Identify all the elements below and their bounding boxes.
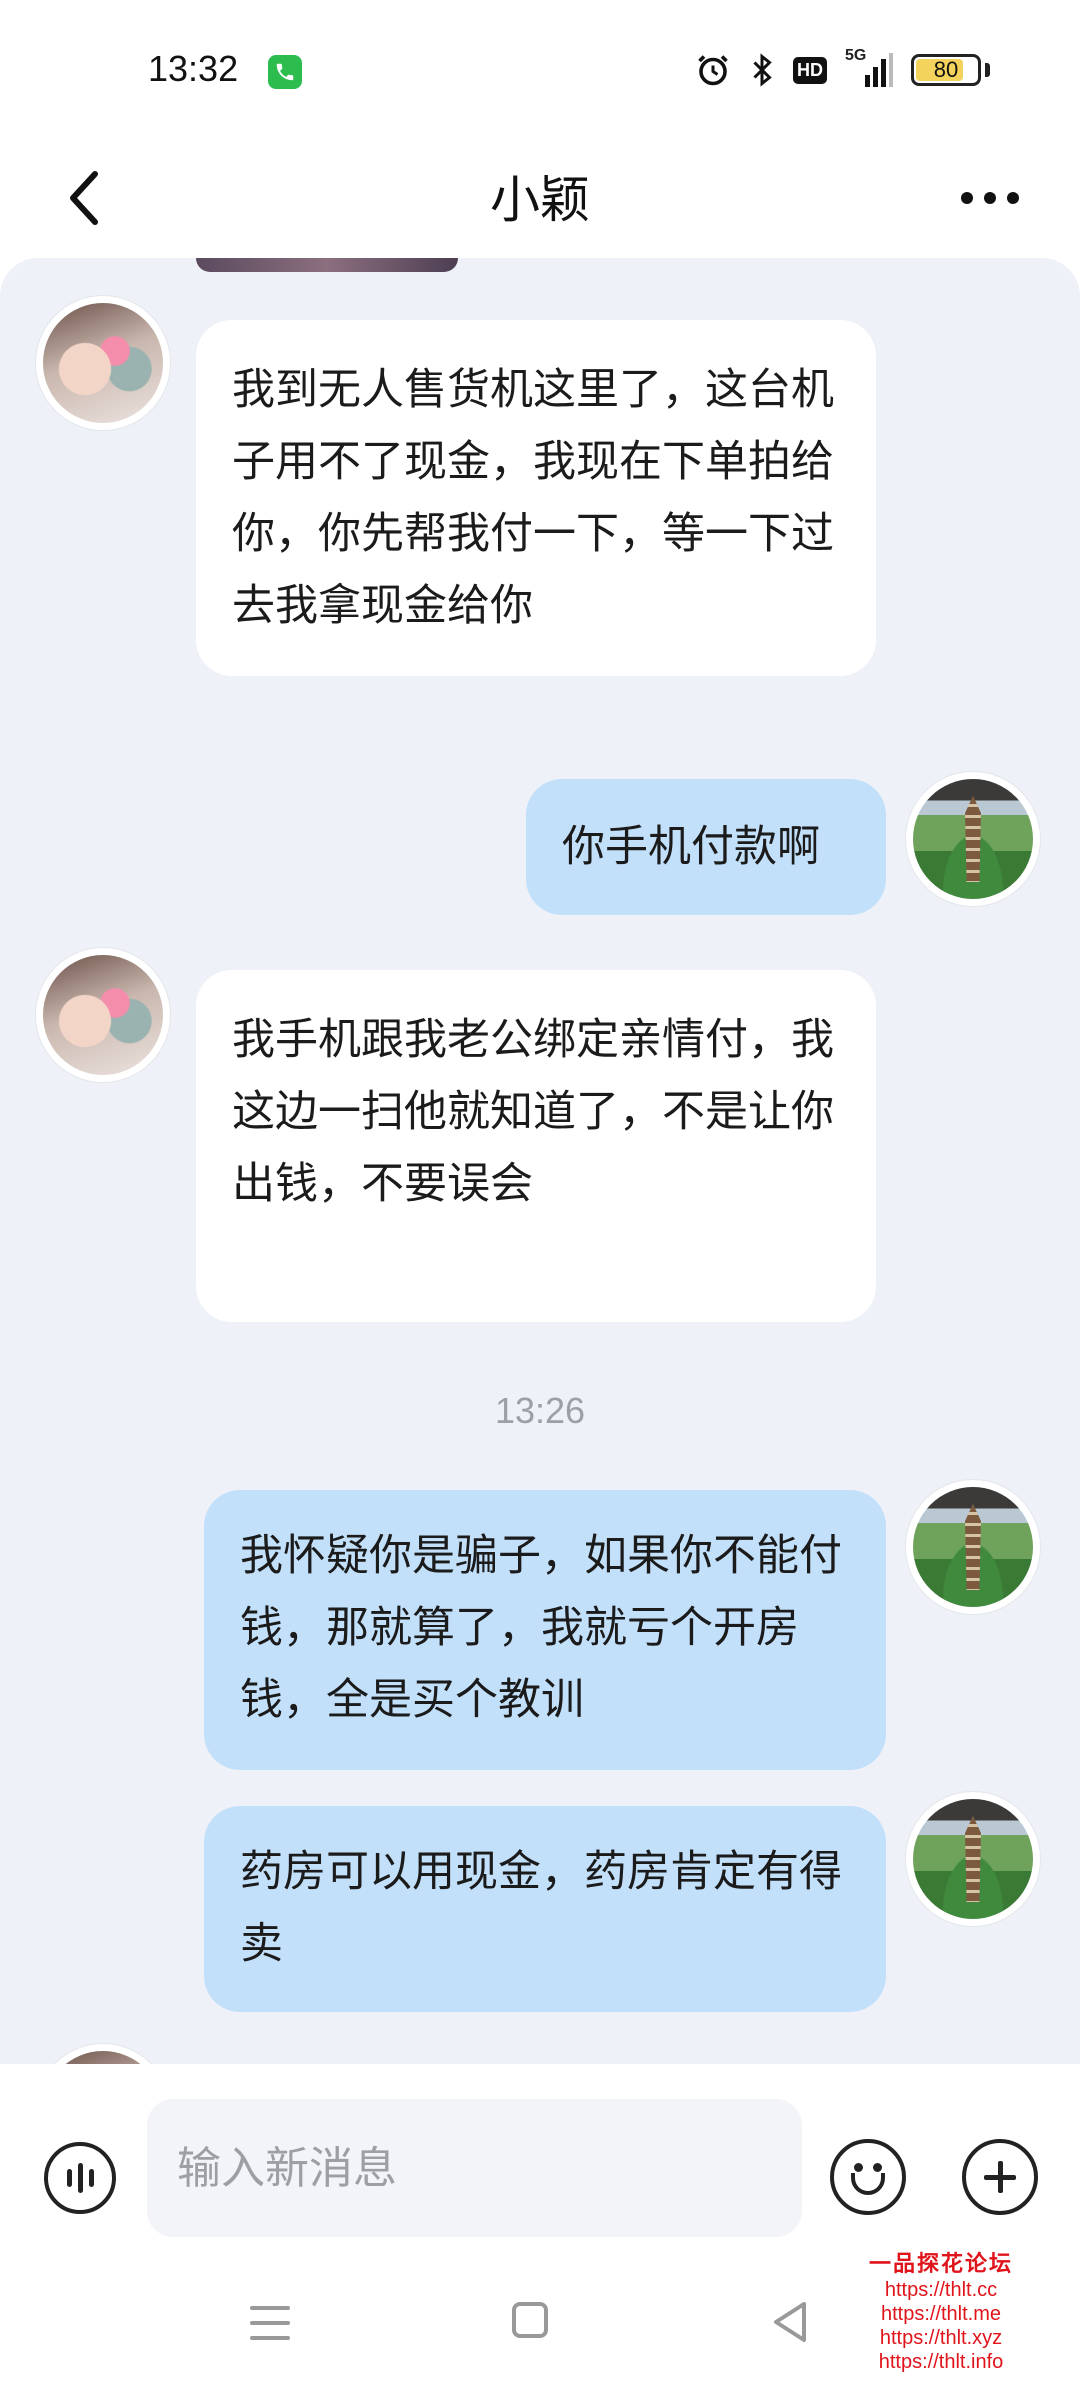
status-bar: 13:32 HD 5G 80 (0, 0, 1080, 140)
bluetooth-icon (749, 52, 775, 88)
more-horizontal-icon (961, 192, 1019, 204)
message-text: 我手机跟我老公绑定亲情付，我这边一扫他就知道了，不是让你出钱，不要误会 (232, 1015, 834, 1209)
nav-back-button[interactable] (770, 2300, 810, 2348)
message-text: 你手机付款啊 (562, 822, 820, 872)
watermark-title: 一品探花论坛 (868, 2251, 1013, 2277)
emoji-button[interactable] (830, 2139, 906, 2215)
plus-circle-icon[interactable] (962, 2139, 1038, 2215)
input-bar (0, 2064, 1080, 2254)
contact-avatar[interactable] (36, 296, 170, 430)
recent-apps-button[interactable] (250, 2306, 290, 2342)
message-text: 药房可以用现金，药房肯定有得卖 (240, 1847, 842, 1969)
watermark-url: https://thlt.info (878, 2351, 1004, 2373)
voice-icon (66, 2169, 72, 2187)
my-avatar[interactable] (906, 1792, 1040, 1926)
voice-button[interactable] (44, 2142, 116, 2214)
battery-icon: 80 (911, 54, 981, 86)
my-avatar[interactable] (906, 1480, 1040, 1614)
watermark-url: https://thlt.xyz (879, 2327, 1003, 2349)
contact-avatar[interactable] (36, 2044, 170, 2064)
hd-icon: HD (793, 56, 827, 84)
watermark: 一品探花论坛 https://thlt.cc https://thlt.me h… (848, 2246, 1034, 2374)
emoji-icon (854, 2163, 863, 2172)
home-button[interactable] (512, 2302, 548, 2338)
my-avatar[interactable] (906, 772, 1040, 906)
watermark-url: https://thlt.me (880, 2303, 1002, 2325)
chat-header: 小颖 (0, 140, 1080, 258)
signal-icon: 5G (845, 47, 893, 89)
message-input[interactable] (147, 2099, 802, 2237)
more-options-button[interactable] (950, 168, 1030, 228)
message-text: 我怀疑你是骗子，如果你不能付钱，那就算了，我就亏个开房钱，全是买个教训 (240, 1531, 842, 1725)
message-text: 我到无人售货机这里了，这台机子用不了现金，我现在下单拍给你，你先帮我付一下，等一… (232, 365, 834, 631)
status-icons: HD 5G 80 (695, 47, 990, 90)
battery-level: 80 (933, 57, 959, 82)
message-bubble-outgoing[interactable]: 药房可以用现金，药房肯定有得卖 (204, 1806, 886, 2012)
battery-cap (985, 63, 990, 77)
message-bubble-incoming[interactable]: 我手机跟我老公绑定亲情付，我这边一扫他就知道了，不是让你出钱，不要误会 (196, 970, 876, 1322)
message-timestamp: 13:26 (494, 1390, 586, 1431)
message-bubble-outgoing[interactable]: 你手机付款啊 (526, 779, 886, 915)
contact-name: 小颖 (490, 171, 590, 229)
triangle-back-icon (774, 2302, 806, 2342)
phone-call-icon (268, 55, 302, 89)
watermark-url: https://thlt.cc (884, 2279, 998, 2301)
message-bubble-outgoing[interactable]: 我怀疑你是骗子，如果你不能付钱，那就算了，我就亏个开房钱，全是买个教训 (204, 1490, 886, 1770)
message-list[interactable]: 我到无人售货机这里了，这台机子用不了现金，我现在下单拍给你，你先帮我付一下，等一… (0, 258, 1080, 2064)
status-time: 13:32 (148, 48, 239, 89)
contact-avatar[interactable] (36, 948, 170, 1082)
message-bubble-incoming[interactable]: 我到无人售货机这里了，这台机子用不了现金，我现在下单拍给你，你先帮我付一下，等一… (196, 320, 876, 676)
alarm-icon (695, 52, 731, 88)
image-message-partial[interactable] (196, 258, 458, 272)
